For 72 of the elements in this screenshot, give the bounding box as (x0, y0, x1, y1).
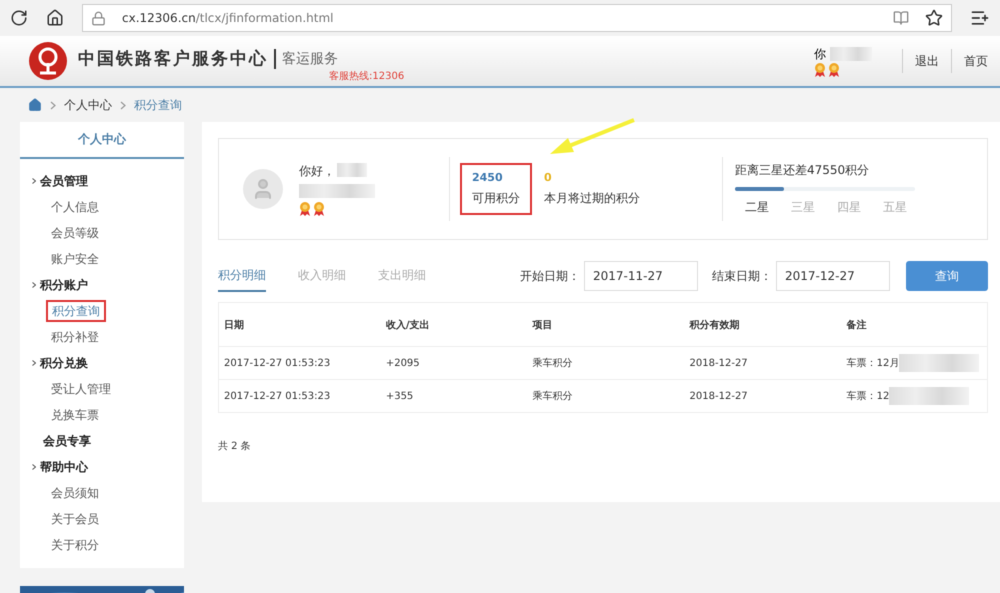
redacted-name (830, 47, 872, 61)
column-header: 收入/支出 (380, 302, 528, 346)
expiring-points-label: 本月将过期的积分 (544, 190, 641, 207)
available-points-value: 2450 (472, 171, 504, 184)
sidebar-item[interactable]: 积分查询 (46, 300, 106, 322)
medal-icon (814, 62, 826, 76)
hotline-text: 客服热线:12306 (329, 70, 404, 83)
sidebar-item[interactable]: 受让人管理 (51, 376, 184, 402)
sidebar-item[interactable]: 账户安全 (51, 246, 184, 272)
table-cell: 2017-12-27 01:53:23 (218, 346, 381, 380)
user-greeting: 你 (814, 46, 826, 62)
sidebar-item[interactable]: 关于会员 (51, 506, 184, 532)
url-text: cx.12306.cn/tlcx/jfinformation.html (122, 11, 335, 25)
column-header: 日期 (218, 302, 381, 346)
favorite-star-icon[interactable] (925, 9, 943, 27)
medal-icon (299, 202, 311, 216)
table-cell: +355 (380, 380, 528, 412)
medal-icon (828, 62, 840, 76)
medal-icon (313, 202, 325, 216)
sidebar-group[interactable]: 积分兑换 (40, 354, 88, 372)
next-level-text: 距离三星还差47550积分 (735, 162, 870, 179)
chevron-right-icon (120, 100, 126, 110)
expiring-points-value: 0 (544, 171, 553, 184)
available-points-label: 可用积分 (472, 190, 520, 207)
column-header: 项目 (527, 302, 685, 346)
table-cell: +2095 (380, 346, 528, 380)
chevron-right-icon (50, 100, 56, 110)
sidebar-item[interactable]: 个人信息 (51, 194, 184, 220)
column-header: 备注 (842, 302, 988, 346)
start-date-field[interactable]: 2017-11-27 (584, 261, 698, 291)
avatar-icon (243, 169, 283, 209)
railway-logo-icon (28, 41, 68, 81)
column-header: 积分有效期 (684, 302, 842, 346)
star-level-label: 五星 (883, 199, 907, 216)
star-level-label: 三星 (791, 199, 815, 216)
refresh-icon[interactable] (10, 9, 28, 27)
sidebar-item[interactable]: 兑换车票 (51, 402, 184, 428)
home-icon[interactable] (46, 9, 64, 27)
end-date-label: 结束日期： (712, 268, 772, 284)
redacted-name (337, 162, 367, 176)
site-title: 中国铁路客户服务中心 (68, 49, 276, 69)
star-level-label: 二星 (745, 199, 769, 216)
table-cell: 乘车积分 (527, 380, 685, 412)
table-cell: 2018-12-27 (684, 346, 842, 380)
sidebar-item[interactable]: 关于积分 (51, 532, 184, 558)
sidebar-item[interactable]: 会员须知 (51, 480, 184, 506)
sidebar-item[interactable]: 会员等级 (51, 220, 184, 246)
greeting-text: 你好， (299, 162, 335, 180)
sidebar-group[interactable]: 会员专享 (43, 432, 91, 450)
reading-view-icon[interactable] (893, 10, 909, 26)
end-date-field[interactable]: 2017-12-27 (776, 261, 890, 291)
detail-tab[interactable]: 积分明细 (218, 260, 266, 292)
star-level-label: 四星 (837, 199, 861, 216)
header-link[interactable]: 退出 (902, 49, 951, 73)
sidebar-group[interactable]: 会员管理 (40, 172, 88, 190)
table-cell: 车票：12月 (842, 346, 988, 380)
breadcrumb-link[interactable]: 个人中心 (64, 96, 112, 114)
sidebar-group[interactable]: 积分账户 (40, 276, 88, 294)
table-cell: 车票：12 (842, 380, 988, 412)
table-cell: 2018-12-27 (684, 380, 842, 412)
sidebar-item[interactable]: 积分补登 (51, 324, 184, 350)
service-label: 客运服务 (282, 50, 338, 68)
table-cell: 乘车积分 (527, 346, 685, 380)
lock-icon (91, 10, 106, 26)
table-cell: 2017-12-27 01:53:23 (218, 380, 381, 412)
start-date-label: 开始日期： (520, 268, 580, 284)
header-link[interactable]: 首页 (951, 49, 1000, 73)
address-bar[interactable]: cx.12306.cn/tlcx/jfinformation.html (82, 4, 952, 32)
breadcrumb-link[interactable]: 积分查询 (134, 96, 182, 114)
sidebar-group[interactable]: 帮助中心 (40, 458, 88, 476)
record-count: 共 2 条 (218, 440, 252, 453)
sidebar-title: 个人中心 (20, 122, 184, 159)
